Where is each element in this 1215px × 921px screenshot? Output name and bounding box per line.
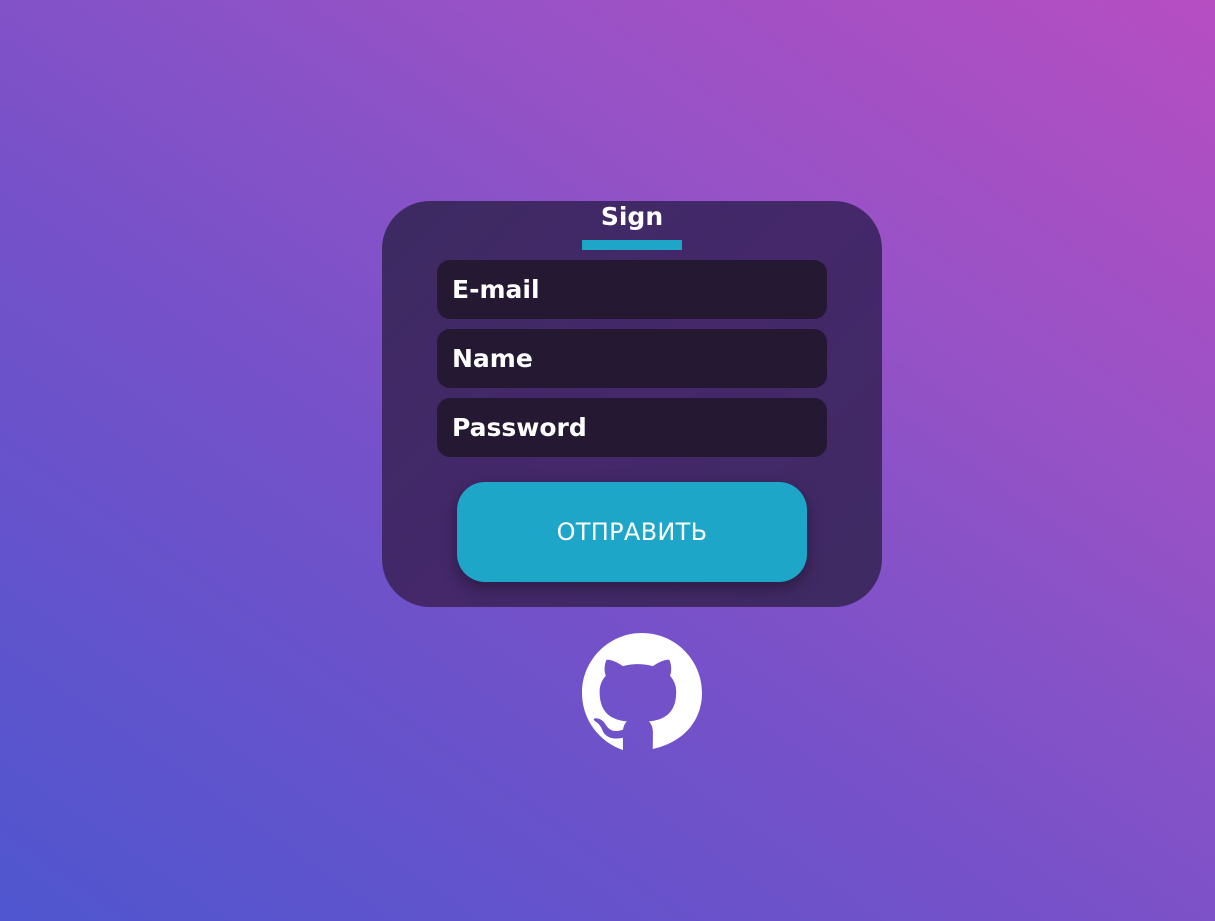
title-underline	[582, 240, 682, 250]
email-field[interactable]: E-mail	[437, 260, 827, 319]
submit-button[interactable]: ОТПРАВИТЬ	[457, 482, 807, 582]
form-title: Sign	[600, 202, 664, 231]
email-field-placeholder: E-mail	[452, 275, 540, 304]
sign-form-card: Sign E-mail Name Password ОТПРАВИТЬ	[382, 201, 882, 607]
password-field-placeholder: Password	[452, 413, 587, 442]
name-field[interactable]: Name	[437, 329, 827, 388]
github-icon-graphic	[582, 633, 702, 750]
name-field-placeholder: Name	[452, 344, 533, 373]
github-icon[interactable]	[582, 633, 702, 753]
password-field[interactable]: Password	[437, 398, 827, 457]
